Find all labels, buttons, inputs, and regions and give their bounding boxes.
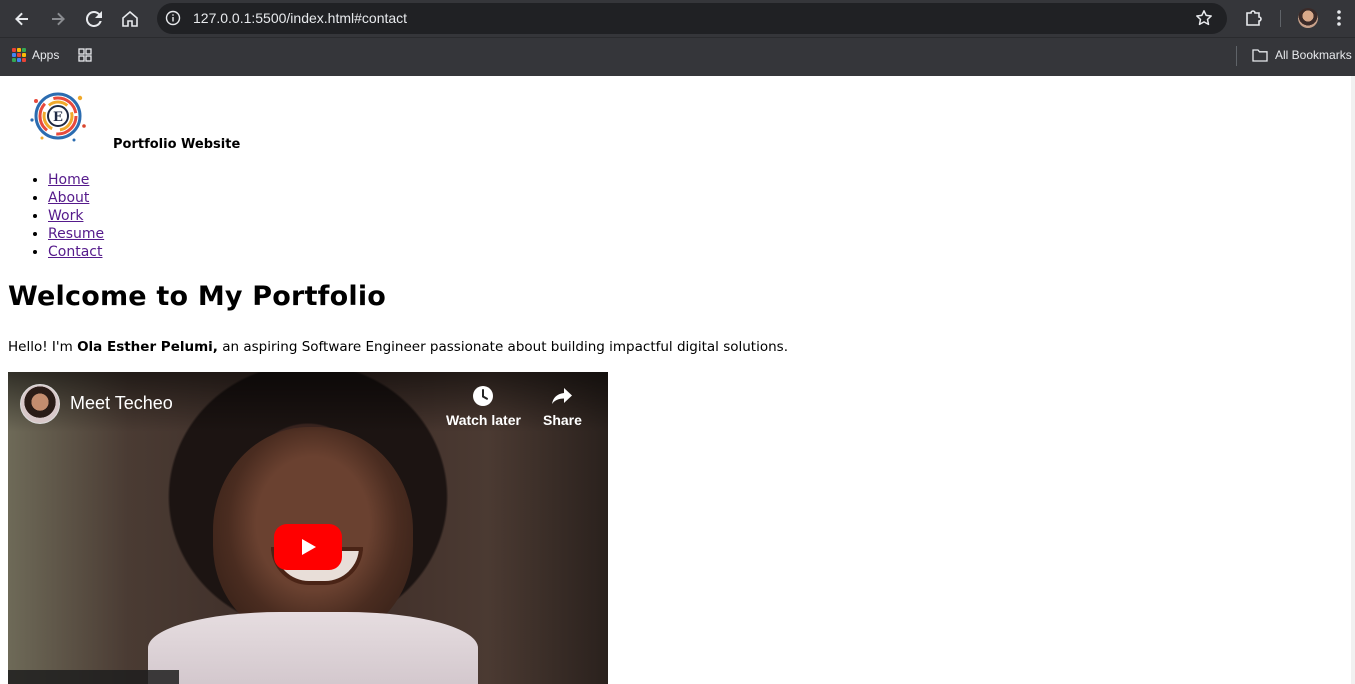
logo-letter: E xyxy=(53,110,63,125)
url-text[interactable]: 127.0.0.1:5500/index.html#contact xyxy=(193,10,407,26)
nav-item-home: Home xyxy=(48,171,104,189)
share-arrow-icon xyxy=(552,388,573,404)
apps-label: Apps xyxy=(32,48,60,62)
watch-later-button[interactable]: Watch later xyxy=(446,384,521,428)
site-title: Portfolio Website xyxy=(113,137,241,152)
web-page: E Portfolio Website Home About Work Resu… xyxy=(0,76,1351,684)
clock-icon xyxy=(473,386,494,406)
channel-avatar[interactable] xyxy=(20,384,60,424)
more-menu-icon[interactable] xyxy=(1336,9,1342,31)
nav-link-home[interactable]: Home xyxy=(48,172,89,188)
nav-item-work: Work xyxy=(48,207,104,225)
back-arrow-icon xyxy=(15,12,28,26)
nav-link-resume[interactable]: Resume xyxy=(48,226,104,242)
reload-icon xyxy=(86,11,102,27)
hero-heading: Welcome to My Portfolio xyxy=(8,281,387,312)
home-button[interactable] xyxy=(116,5,144,33)
intro-paragraph: Hello! I'm Ola Esther Pelumi, an aspirin… xyxy=(8,339,788,355)
site-info-icon[interactable] xyxy=(165,10,181,26)
folder-icon xyxy=(1252,49,1268,62)
home-icon xyxy=(122,11,138,27)
forward-arrow-icon xyxy=(52,12,65,26)
profile-avatar[interactable] xyxy=(1298,8,1318,28)
intro-name: Ola Esther Pelumi, xyxy=(77,339,218,355)
watch-later-label: Watch later xyxy=(446,412,521,428)
reload-button[interactable] xyxy=(80,5,108,33)
share-label: Share xyxy=(543,412,582,428)
play-button[interactable] xyxy=(274,524,342,570)
forward-button[interactable] xyxy=(44,5,72,33)
all-bookmarks-button[interactable]: All Bookmarks xyxy=(1252,48,1352,62)
site-logo[interactable]: E xyxy=(26,86,90,146)
tab-groups-icon[interactable] xyxy=(78,48,92,65)
nav-link-about[interactable]: About xyxy=(48,190,89,206)
back-button[interactable] xyxy=(8,5,36,33)
apps-bookmark[interactable]: Apps xyxy=(12,48,59,62)
page-scrollbar[interactable] xyxy=(1351,76,1355,684)
toolbar-divider xyxy=(1280,10,1281,27)
intro-prefix: Hello! I'm xyxy=(8,339,78,355)
address-bar[interactable]: 127.0.0.1:5500/index.html#contact xyxy=(157,3,1227,34)
nav-link-contact[interactable]: Contact xyxy=(48,244,102,260)
share-button[interactable]: Share xyxy=(543,384,582,428)
all-bookmarks-label: All Bookmarks xyxy=(1275,48,1352,62)
video-bottom-bar xyxy=(8,670,179,684)
extensions-icon[interactable] xyxy=(1243,7,1265,33)
browser-toolbar: 127.0.0.1:5500/index.html#contact xyxy=(0,0,1355,37)
main-nav: Home About Work Resume Contact xyxy=(48,171,104,261)
bookmarks-divider xyxy=(1236,46,1237,66)
intro-suffix: an aspiring Software Engineer passionate… xyxy=(217,339,788,355)
bookmarks-bar: Apps All Bookmarks xyxy=(0,37,1355,76)
play-icon xyxy=(302,539,316,555)
apps-grid-icon xyxy=(12,48,26,62)
bookmark-star-icon[interactable] xyxy=(1195,9,1213,31)
nav-item-resume: Resume xyxy=(48,225,104,243)
nav-item-about: About xyxy=(48,189,104,207)
nav-item-contact: Contact xyxy=(48,243,104,261)
youtube-embed[interactable]: Meet Techeo Watch later Share xyxy=(8,372,608,684)
nav-link-work[interactable]: Work xyxy=(48,208,83,224)
video-thumbnail-shirt xyxy=(148,612,478,684)
video-title[interactable]: Meet Techeo xyxy=(70,393,173,414)
